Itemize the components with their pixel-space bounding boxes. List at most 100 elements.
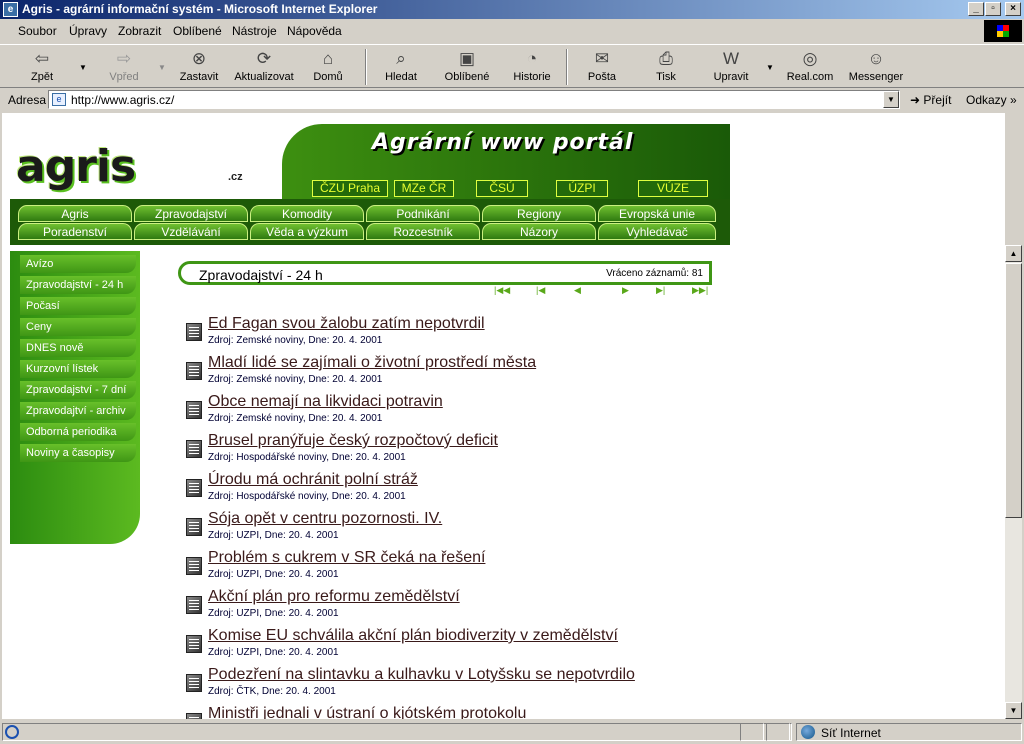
pager-last-icon[interactable]: ▶▶| xyxy=(692,285,708,296)
sidebar-item-dnes-nove[interactable]: DNES nově xyxy=(20,339,136,357)
mail-button[interactable]: ✉ Pošta xyxy=(578,47,626,87)
back-dropdown[interactable]: ▼ xyxy=(79,63,87,72)
back-button[interactable]: ⇦ Zpět xyxy=(14,47,70,87)
news-title[interactable]: Komise EU schválila akční plán biodiverz… xyxy=(208,627,618,645)
pager-prev-page-icon[interactable]: |◀ xyxy=(536,285,545,296)
address-input[interactable]: e http://www.agris.cz/ ▼ xyxy=(48,90,900,109)
toolbar-separator xyxy=(566,49,568,85)
maximize-button[interactable]: ▫ xyxy=(985,2,1001,16)
newspaper-icon xyxy=(186,635,202,653)
print-button[interactable]: ⎙ Tisk xyxy=(642,47,690,87)
news-title[interactable]: Problém s cukrem v SR čeká na řešení xyxy=(208,549,485,567)
sidebar-item-kurzovni-listek[interactable]: Kurzovní lístek xyxy=(20,360,136,378)
news-title[interactable]: Podezření na slintavku a kulhavku v Loty… xyxy=(208,666,635,684)
nav-komodity[interactable]: Komodity xyxy=(250,205,364,222)
menu-zobrazit[interactable]: Zobrazit xyxy=(118,24,161,38)
nav-nazory[interactable]: Názory xyxy=(482,223,596,240)
newspaper-icon xyxy=(186,362,202,380)
nav-veda-vyzkum[interactable]: Věda a výzkum xyxy=(250,223,364,240)
print-icon: ⎙ xyxy=(659,49,673,68)
portal-link-csu[interactable]: ČSÚ xyxy=(476,180,528,197)
news-title[interactable]: Mladí lidé se zajímali o životní prostře… xyxy=(208,354,536,372)
portal-link-mze[interactable]: MZe ČR xyxy=(394,180,454,197)
ie-icon: e xyxy=(3,2,18,17)
portal-title: Agrární www portál xyxy=(372,130,634,155)
scroll-thumb[interactable] xyxy=(1005,263,1022,518)
sidebar-item-pocasi[interactable]: Počasí xyxy=(20,297,136,315)
refresh-button[interactable]: ⟳ Aktualizovat xyxy=(232,47,296,87)
pager-first-icon[interactable]: |◀◀ xyxy=(494,285,510,296)
sidebar-item-archiv[interactable]: Zpravodajtví - archiv xyxy=(20,402,136,420)
sidebar-item-ceny[interactable]: Ceny xyxy=(20,318,136,336)
nav-evropska-unie[interactable]: Evropská unie xyxy=(598,205,716,222)
forward-button[interactable]: ⇨ Vpřed xyxy=(96,47,152,87)
portal-link-uzpi[interactable]: ÚZPI xyxy=(556,180,608,197)
news-title[interactable]: Akční plán pro reformu zemědělství xyxy=(208,588,460,606)
nav-podnikani[interactable]: Podnikání xyxy=(366,205,480,222)
address-bar: Adresa e http://www.agris.cz/ ▼ ➜ Přejít… xyxy=(0,89,1024,111)
history-button[interactable]: ◔ Historie xyxy=(506,47,558,87)
close-button[interactable]: × xyxy=(1005,2,1021,16)
links-label: Odkazy xyxy=(966,93,1007,107)
news-title[interactable]: Obce nemají na likvidaci potravin xyxy=(208,393,443,411)
menu-nastroje[interactable]: Nástroje xyxy=(232,24,277,38)
sidebar-item-zpravodajstvi-7dni[interactable]: Zpravodajství - 7 dní xyxy=(20,381,136,399)
scroll-down-icon[interactable]: ▼ xyxy=(1005,702,1022,719)
sidebar: Avízo Zpravodajství - 24 h Počasí Ceny D… xyxy=(10,251,140,544)
search-icon: ⌕ xyxy=(396,49,406,68)
home-button[interactable]: ⌂ Domů xyxy=(300,47,356,87)
messenger-button[interactable]: ☺ Messenger xyxy=(846,47,906,87)
pager-next-icon[interactable]: ▶ xyxy=(622,285,629,296)
news-title[interactable]: Ed Fagan svou žalobu zatím nepotvrdil xyxy=(208,315,485,333)
address-dropdown[interactable]: ▼ xyxy=(883,91,899,108)
portal-link-vuze[interactable]: VÚZE xyxy=(638,180,708,197)
refresh-icon: ⟳ xyxy=(256,49,272,68)
stop-button[interactable]: ⊗ Zastavit xyxy=(172,47,226,87)
nav-vyhledavac[interactable]: Vyhledávač xyxy=(598,223,716,240)
sidebar-item-odborna-periodika[interactable]: Odborná periodika xyxy=(20,423,136,441)
news-source: Zdroj: Zemské noviny, Dne: 20. 4. 2001 xyxy=(208,335,383,346)
edit-button[interactable]: W Upravit xyxy=(706,47,756,87)
portal-link-czu[interactable]: ČZU Praha xyxy=(312,180,388,197)
menu-napoveda[interactable]: Nápověda xyxy=(287,24,342,38)
go-button[interactable]: ➜ Přejít xyxy=(910,93,951,107)
minimize-button[interactable]: _ xyxy=(968,2,984,16)
edit-dropdown[interactable]: ▼ xyxy=(766,63,774,72)
menu-oblibene[interactable]: Oblíbené xyxy=(173,24,222,38)
agris-logo[interactable]: agris .cz xyxy=(10,123,300,203)
news-title[interactable]: Úrodu má ochránit polní stráž xyxy=(208,471,418,489)
sidebar-item-zpravodajstvi-24h[interactable]: Zpravodajství - 24 h xyxy=(20,276,136,294)
zone-label: Síť Internet xyxy=(821,726,881,740)
main-nav: Agris Zpravodajství Komodity Podnikání R… xyxy=(10,199,730,245)
newspaper-icon xyxy=(186,479,202,497)
search-button[interactable]: ⌕ Hledat xyxy=(374,47,428,87)
vertical-scrollbar[interactable]: ▲ ▼ xyxy=(1005,245,1022,719)
favorites-button[interactable]: ▣ Oblíbené xyxy=(436,47,498,87)
realcom-button[interactable]: ◎ Real.com xyxy=(782,47,838,87)
news-source: Zdroj: UZPI, Dne: 20. 4. 2001 xyxy=(208,569,339,580)
sidebar-item-avizo[interactable]: Avízo xyxy=(20,255,136,273)
nav-agris[interactable]: Agris xyxy=(18,205,132,222)
pager-prev-icon[interactable]: ◀ xyxy=(574,285,581,296)
menu-upravy[interactable]: Úpravy xyxy=(69,24,107,38)
news-title[interactable]: Ministři jednali v ústraní o kjótském pr… xyxy=(208,705,526,719)
nav-vzdelavani[interactable]: Vzdělávání xyxy=(134,223,248,240)
realcom-icon: ◎ xyxy=(802,49,818,68)
news-title[interactable]: Brusel pranýřuje český rozpočtový defici… xyxy=(208,432,498,450)
nav-rozcestnik[interactable]: Rozcestník xyxy=(366,223,480,240)
sidebar-item-noviny-casopisy[interactable]: Noviny a časopisy xyxy=(20,444,136,462)
news-title[interactable]: Sója opět v centru pozornosti. IV. xyxy=(208,510,442,528)
pager-next-page-icon[interactable]: ▶| xyxy=(656,285,665,296)
nav-zpravodajstvi[interactable]: Zpravodajství xyxy=(134,205,248,222)
newspaper-icon xyxy=(186,674,202,692)
menu-soubor[interactable]: Soubor xyxy=(18,24,57,38)
section-header: Zpravodajství - 24 h Vráceno záznamů: 81 xyxy=(178,261,712,285)
favorites-icon: ▣ xyxy=(458,49,476,68)
internet-globe-icon xyxy=(801,725,815,739)
links-button[interactable]: Odkazy » xyxy=(966,93,1017,107)
nav-regiony[interactable]: Regiony xyxy=(482,205,596,222)
forward-dropdown[interactable]: ▼ xyxy=(158,63,166,72)
address-url[interactable]: http://www.agris.cz/ xyxy=(71,93,174,107)
scroll-up-icon[interactable]: ▲ xyxy=(1005,245,1022,262)
nav-poradenstvi[interactable]: Poradenství xyxy=(18,223,132,240)
